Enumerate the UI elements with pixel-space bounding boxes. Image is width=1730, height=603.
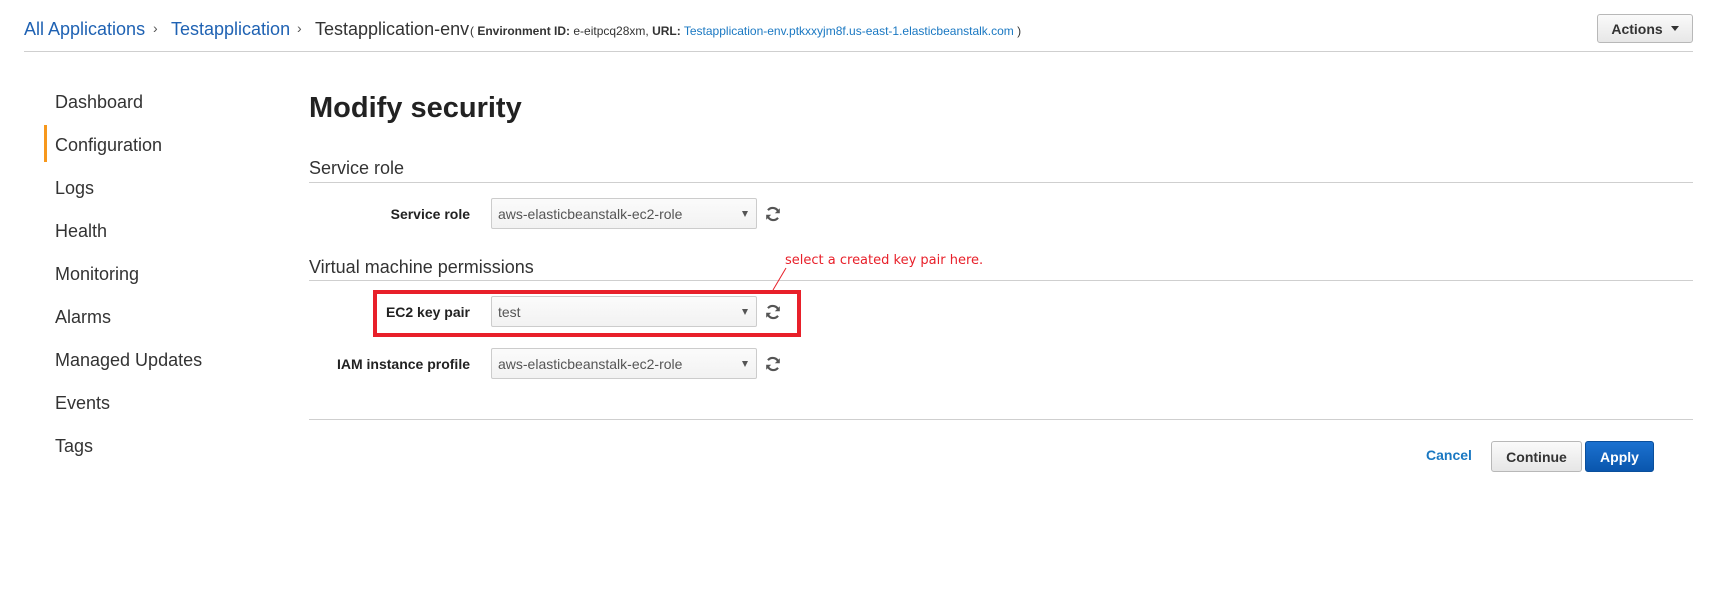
breadcrumb-separator-icon: › xyxy=(153,20,158,36)
env-url-label: URL: xyxy=(652,24,681,38)
footer-divider xyxy=(309,419,1693,420)
section-title-service-role: Service role xyxy=(309,158,405,178)
refresh-icon[interactable] xyxy=(765,356,781,372)
header-divider xyxy=(24,51,1693,52)
sidebar-item-monitoring[interactable]: Monitoring xyxy=(55,263,139,285)
sidebar-active-indicator xyxy=(44,125,47,162)
sidebar-item-configuration[interactable]: Configuration xyxy=(55,134,162,156)
service-role-label: Service role xyxy=(390,206,470,222)
environment-info: ( Environment ID: e-eitpcq28xm, URL: Tes… xyxy=(470,24,1021,38)
breadcrumb-all-applications[interactable]: All Applications xyxy=(24,18,145,40)
service-role-value: aws-elasticbeanstalk-ec2-role xyxy=(498,205,683,222)
dropdown-arrow-icon xyxy=(742,360,748,367)
env-info-close-paren: ) xyxy=(1017,24,1022,38)
section-divider xyxy=(309,182,1693,183)
sidebar-item-managed-updates[interactable]: Managed Updates xyxy=(55,349,202,371)
service-role-select[interactable]: aws-elasticbeanstalk-ec2-role xyxy=(491,198,757,229)
dropdown-arrow-icon xyxy=(742,308,748,315)
continue-button[interactable]: Continue xyxy=(1491,441,1582,472)
dropdown-arrow-icon xyxy=(742,210,748,217)
env-id-value: e-eitpcq28xm, xyxy=(573,24,649,38)
section-divider xyxy=(309,280,1693,281)
apply-button[interactable]: Apply xyxy=(1585,441,1654,472)
page-title: Modify security xyxy=(309,92,522,124)
ec2-key-pair-label: EC2 key pair xyxy=(385,304,470,320)
sidebar-item-logs[interactable]: Logs xyxy=(55,177,94,199)
env-info-open-paren: ( xyxy=(470,24,474,38)
actions-button-label: Actions xyxy=(1611,20,1663,37)
annotation-leader-line xyxy=(772,267,787,291)
annotation-text: select a created key pair here. xyxy=(785,253,984,268)
sidebar-item-tags[interactable]: Tags xyxy=(55,435,93,457)
section-title-virtual-machine-permissions: Virtual machine permissions xyxy=(309,257,534,277)
refresh-icon[interactable] xyxy=(765,304,781,320)
ec2-key-pair-select[interactable]: test xyxy=(491,296,757,327)
actions-dropdown-button[interactable]: Actions xyxy=(1597,14,1693,43)
sidebar-item-alarms[interactable]: Alarms xyxy=(55,306,111,328)
ec2-key-pair-value: test xyxy=(498,303,521,320)
iam-instance-profile-label: IAM instance profile xyxy=(336,356,470,372)
breadcrumb-testapplication[interactable]: Testapplication xyxy=(171,18,290,40)
env-url-link[interactable]: Testapplication-env.ptkxxyjm8f.us-east-1… xyxy=(684,24,1014,38)
env-id-label: Environment ID: xyxy=(477,24,571,38)
caret-down-icon xyxy=(1670,26,1679,31)
breadcrumb-current-environment: Testapplication-env xyxy=(315,19,470,39)
refresh-icon[interactable] xyxy=(765,206,781,222)
sidebar-item-events[interactable]: Events xyxy=(55,392,110,414)
sidebar-item-health[interactable]: Health xyxy=(55,220,107,242)
cancel-button[interactable]: Cancel xyxy=(1426,447,1472,463)
breadcrumb-separator-icon: › xyxy=(297,20,302,36)
iam-instance-profile-select[interactable]: aws-elasticbeanstalk-ec2-role xyxy=(491,348,757,379)
iam-instance-profile-value: aws-elasticbeanstalk-ec2-role xyxy=(498,355,683,372)
sidebar-item-dashboard[interactable]: Dashboard xyxy=(55,91,143,113)
